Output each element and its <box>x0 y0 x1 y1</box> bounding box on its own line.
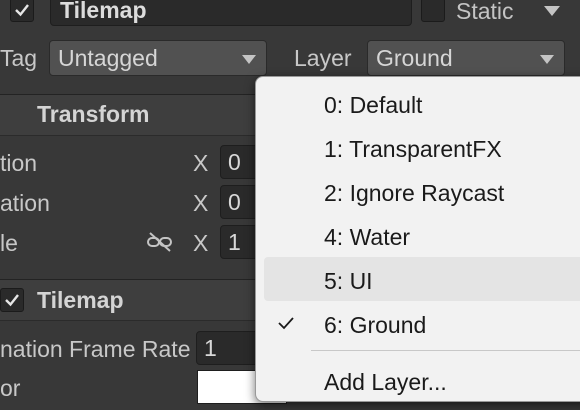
add-layer-label: Add Layer... <box>324 369 447 395</box>
layer-label: Layer <box>294 45 352 71</box>
rotation-label: ation <box>0 190 50 216</box>
scale-x-label: X <box>193 230 209 256</box>
dropdown-arrow-icon <box>540 55 554 64</box>
scale-x-value: 1 <box>228 229 241 255</box>
menu-item-label: 1: TransparentFX <box>324 136 502 162</box>
checkmark-icon <box>5 294 19 307</box>
layer-dropdown[interactable]: Ground <box>367 40 565 76</box>
menu-item-label: 2: Ignore Raycast <box>324 180 505 206</box>
menu-item-ground[interactable]: 6: Ground <box>256 301 580 345</box>
menu-item-label: 4: Water <box>324 224 411 250</box>
object-name-field[interactable]: Tilemap <box>50 0 412 26</box>
tag-label: Tag <box>0 45 38 71</box>
menu-item-label: 0: Default <box>324 92 423 118</box>
menu-item-transparentfx[interactable]: 1: TransparentFX <box>256 125 580 169</box>
tilemap-enabled-checkbox[interactable] <box>0 288 24 312</box>
tilemap-title: Tilemap <box>37 287 124 313</box>
transform-title: Transform <box>37 101 150 127</box>
menu-item-ui[interactable]: 5: UI <box>264 257 580 301</box>
position-x-value: 0 <box>228 149 241 175</box>
rotation-x-label: X <box>193 190 209 216</box>
menu-item-label: 6: Ground <box>324 312 427 338</box>
unlink-icon[interactable] <box>146 231 174 253</box>
layer-dropdown-menu: 0: Default 1: TransparentFX 2: Ignore Ra… <box>255 76 580 402</box>
active-toggle-checkbox[interactable] <box>10 0 34 22</box>
menu-separator <box>311 350 580 351</box>
menu-item-label: 5: UI <box>324 268 373 294</box>
add-layer-menu-item[interactable]: Add Layer... <box>256 358 580 402</box>
static-dropdown-arrow-icon[interactable] <box>544 6 560 16</box>
menu-item-default[interactable]: 0: Default <box>256 81 580 125</box>
animation-frame-rate-label: nation Frame Rate <box>0 336 191 362</box>
tag-dropdown[interactable]: Untagged <box>49 40 267 76</box>
menu-item-ignore-raycast[interactable]: 2: Ignore Raycast <box>256 169 580 213</box>
menu-item-water[interactable]: 4: Water <box>256 213 580 257</box>
object-name-value: Tilemap <box>60 0 147 23</box>
tag-value: Untagged <box>58 45 158 71</box>
color-label: or <box>0 375 21 401</box>
checkmark-icon <box>278 317 294 330</box>
static-checkbox[interactable] <box>421 0 445 22</box>
checkmark-icon <box>15 4 29 17</box>
position-x-label: X <box>193 150 209 176</box>
static-label: Static <box>456 0 514 24</box>
position-label: tion <box>0 150 38 176</box>
layer-value: Ground <box>376 45 453 71</box>
animation-frame-rate-value: 1 <box>204 335 217 361</box>
rotation-x-value: 0 <box>228 189 241 215</box>
dropdown-arrow-icon <box>242 55 256 64</box>
scale-label: le <box>0 230 18 256</box>
